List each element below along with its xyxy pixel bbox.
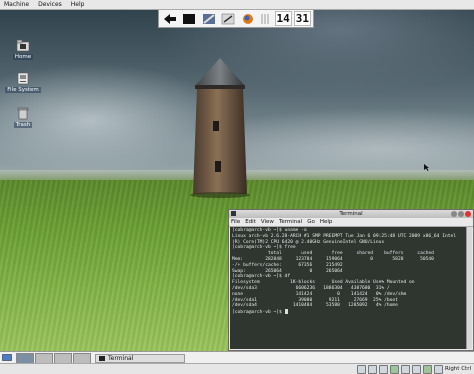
launcher-tools[interactable] — [200, 12, 218, 26]
shared-folders-icon[interactable] — [411, 364, 421, 374]
workspace-3[interactable] — [54, 352, 72, 364]
launcher-browser[interactable] — [239, 12, 257, 26]
network-icon[interactable] — [389, 364, 399, 374]
harddisk-icon[interactable] — [356, 364, 366, 374]
terminal-menubar: File Edit View Terminal Go Help — [229, 218, 473, 227]
menu-machine[interactable]: Machine — [0, 1, 34, 8]
virtualization-icon[interactable] — [422, 364, 432, 374]
top-panel: 14 31 — [158, 10, 314, 28]
term-menu-view[interactable]: View — [261, 219, 274, 225]
terminal-title: Terminal — [339, 211, 363, 217]
terminal-icon — [99, 355, 105, 361]
term-menu-edit[interactable]: Edit — [245, 219, 256, 225]
home-folder-icon — [16, 39, 30, 52]
terminal-titlebar[interactable]: Terminal — [229, 210, 473, 218]
desktop-icon-trash[interactable]: Trash — [6, 106, 40, 128]
term-menu-help[interactable]: Help — [320, 219, 333, 225]
workspace-4[interactable] — [73, 352, 91, 364]
term-menu-go[interactable]: Go — [307, 219, 315, 225]
launcher-terminal[interactable] — [181, 12, 199, 26]
terminal-scrollbar[interactable] — [466, 227, 472, 349]
tower-image — [190, 58, 250, 198]
workspace-1[interactable] — [16, 352, 34, 364]
term-menu-file[interactable]: File — [231, 219, 240, 225]
menu-help[interactable]: Help — [67, 1, 90, 8]
terminal-output[interactable]: [cobra@arch-vb ~]$ uname -a Linux arch-vb… — [230, 227, 472, 349]
floppy-icon[interactable] — [378, 364, 388, 374]
mouse-integration-icon[interactable] — [433, 364, 443, 374]
globe-icon — [243, 13, 254, 24]
terminal-prompt-line: [cobra@arch-vb ~]$ — [232, 309, 470, 316]
desktop-icon-home[interactable]: Home — [6, 38, 40, 60]
task-label: Terminal — [108, 354, 134, 362]
run-icon — [163, 13, 176, 24]
cdrom-icon[interactable] — [367, 364, 377, 374]
monitor-icon — [2, 354, 12, 361]
maximize-icon[interactable] — [458, 211, 464, 217]
menu-devices[interactable]: Devices — [34, 1, 67, 8]
usb-icon[interactable] — [400, 364, 410, 374]
taskbar-terminal-button[interactable]: Terminal — [95, 353, 185, 363]
start-button[interactable] — [0, 353, 14, 363]
launcher-tools-2[interactable] — [220, 12, 238, 26]
volume-bars-icon — [260, 13, 269, 24]
close-icon[interactable] — [465, 211, 471, 217]
mouse-cursor — [424, 164, 429, 171]
terminal-icon — [183, 13, 196, 24]
host-key-label: Right Ctrl — [444, 366, 471, 372]
host-statusbar: Right Ctrl — [0, 363, 474, 374]
clock-hours: 14 — [274, 11, 292, 26]
host-menubar: Machine Devices Help — [0, 0, 474, 10]
desktop-icon-file-system[interactable]: File System — [5, 71, 41, 93]
tools-icon — [202, 13, 215, 24]
settings-icon — [222, 13, 235, 24]
terminal-prompt: [cobra@arch-vb ~]$ — [232, 310, 285, 316]
terminal-cursor — [284, 309, 288, 315]
drive-icon — [17, 72, 29, 85]
workspace-2[interactable] — [35, 352, 53, 364]
minimize-icon[interactable] — [451, 211, 457, 217]
clock[interactable]: 14 31 — [274, 11, 312, 26]
window-menu-icon[interactable] — [231, 211, 236, 216]
trash-icon — [17, 107, 29, 120]
volume-slider[interactable] — [259, 12, 271, 26]
launcher-run[interactable] — [161, 12, 179, 26]
clock-minutes: 31 — [293, 11, 312, 26]
terminal-window: Terminal File Edit View Terminal Go Help… — [228, 209, 474, 351]
workspace-pager — [16, 352, 91, 364]
term-menu-terminal[interactable]: Terminal — [279, 219, 302, 225]
terminal-line: Linux arch-vb 2.6.28-ARCH #1 SMP PREEMPT… — [232, 233, 457, 239]
